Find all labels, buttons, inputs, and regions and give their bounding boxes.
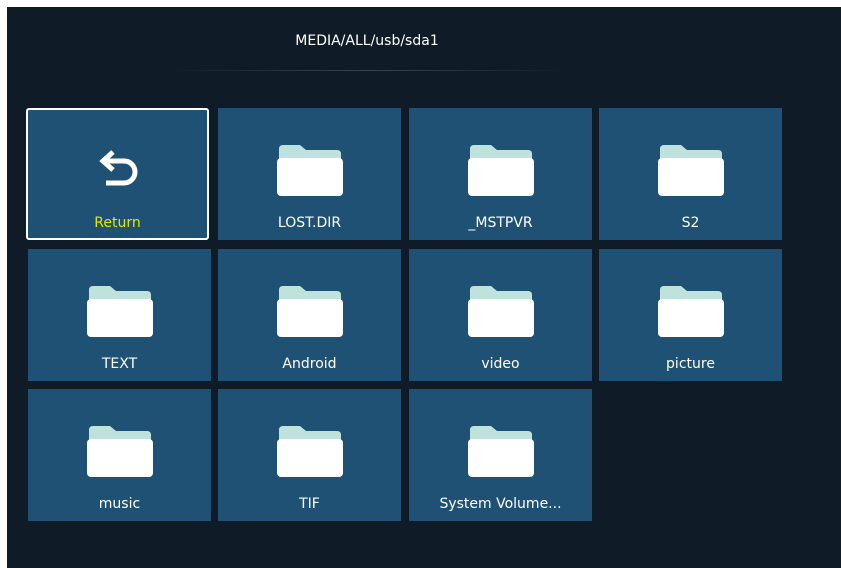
folder-tile[interactable]: System Volume... bbox=[409, 389, 592, 521]
folder-tile[interactable]: video bbox=[409, 249, 592, 381]
tile-label: System Volume... bbox=[439, 496, 562, 512]
header-divider bbox=[167, 70, 567, 71]
tile-label: TEXT bbox=[101, 356, 138, 372]
folder-icon bbox=[87, 426, 153, 477]
tile-label: _MSTPVR bbox=[468, 215, 533, 231]
tile-label: S2 bbox=[681, 215, 700, 231]
folder-icon bbox=[277, 286, 343, 337]
folder-tile[interactable]: picture bbox=[599, 249, 782, 381]
folder-icon bbox=[468, 426, 534, 477]
folder-tile[interactable]: S2 bbox=[599, 108, 782, 240]
folder-tile[interactable]: LOST.DIR bbox=[218, 108, 401, 240]
folder-icon bbox=[277, 426, 343, 477]
folder-icon bbox=[468, 286, 534, 337]
folder-tile[interactable]: TIF bbox=[218, 389, 401, 521]
folder-tile[interactable]: TEXT bbox=[28, 249, 211, 381]
folder-icon bbox=[87, 286, 153, 337]
return-tile[interactable]: Return bbox=[26, 108, 209, 240]
tile-label: Return bbox=[94, 215, 141, 231]
folder-tile[interactable]: _MSTPVR bbox=[409, 108, 592, 240]
folder-tile[interactable]: music bbox=[28, 389, 211, 521]
tile-label: LOST.DIR bbox=[277, 215, 342, 231]
media-browser-screen: MEDIA/ALL/usb/sda1 Return LOST.DIR _MSTP… bbox=[7, 7, 841, 568]
folder-tile[interactable]: Android bbox=[218, 249, 401, 381]
folder-icon bbox=[468, 145, 534, 196]
breadcrumb: MEDIA/ALL/usb/sda1 bbox=[295, 33, 439, 49]
tile-label: Android bbox=[282, 356, 337, 372]
folder-icon bbox=[277, 145, 343, 196]
return-arrow-icon bbox=[99, 150, 138, 186]
tile-label: TIF bbox=[299, 496, 320, 512]
folder-icon bbox=[658, 286, 724, 337]
folder-icon bbox=[658, 145, 724, 196]
tile-label: video bbox=[481, 356, 520, 372]
tile-label: music bbox=[98, 496, 141, 512]
tile-label: picture bbox=[666, 356, 715, 372]
